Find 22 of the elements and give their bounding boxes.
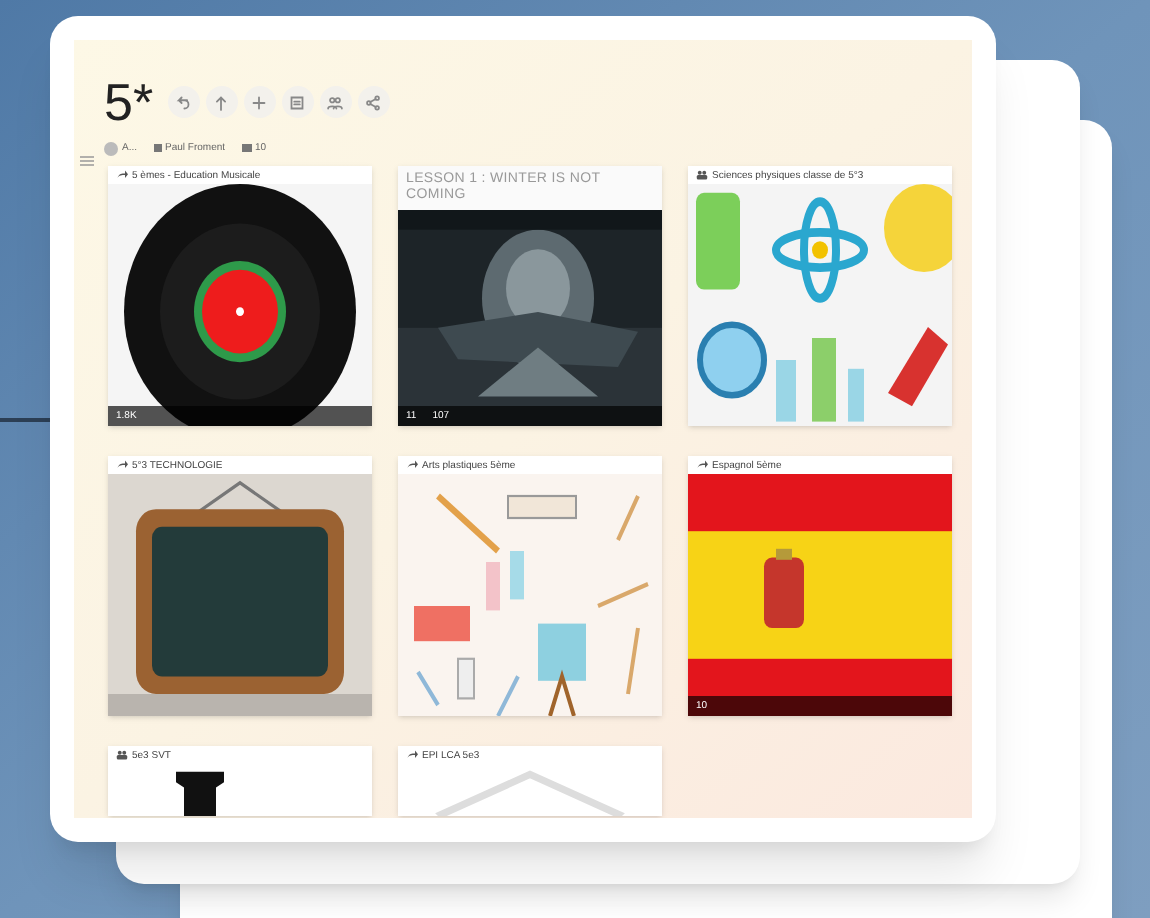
share-icon xyxy=(362,91,385,113)
up-arrow-icon-button[interactable] xyxy=(205,86,238,118)
note-icon-button[interactable] xyxy=(281,86,314,118)
people-icon-button[interactable] xyxy=(319,86,352,118)
menu-icon[interactable] xyxy=(79,156,93,166)
avatar-icon xyxy=(104,141,118,155)
back-arrow-icon xyxy=(172,91,195,113)
arrow-icon xyxy=(116,170,128,180)
arrow-icon xyxy=(406,460,418,470)
add-icon-button[interactable] xyxy=(243,86,276,118)
people-icon xyxy=(116,750,128,760)
arrow-icon xyxy=(406,750,418,760)
arrow-icon xyxy=(696,460,708,470)
add-icon xyxy=(248,91,271,113)
people-icon xyxy=(696,170,708,180)
share-icon-button[interactable] xyxy=(357,86,390,118)
connector-line xyxy=(0,418,52,422)
back-arrow-icon-button[interactable] xyxy=(167,86,200,118)
note-icon xyxy=(286,91,309,113)
arrow-icon xyxy=(116,460,128,470)
collection-title: 5* xyxy=(104,76,154,128)
people-icon xyxy=(324,91,347,113)
